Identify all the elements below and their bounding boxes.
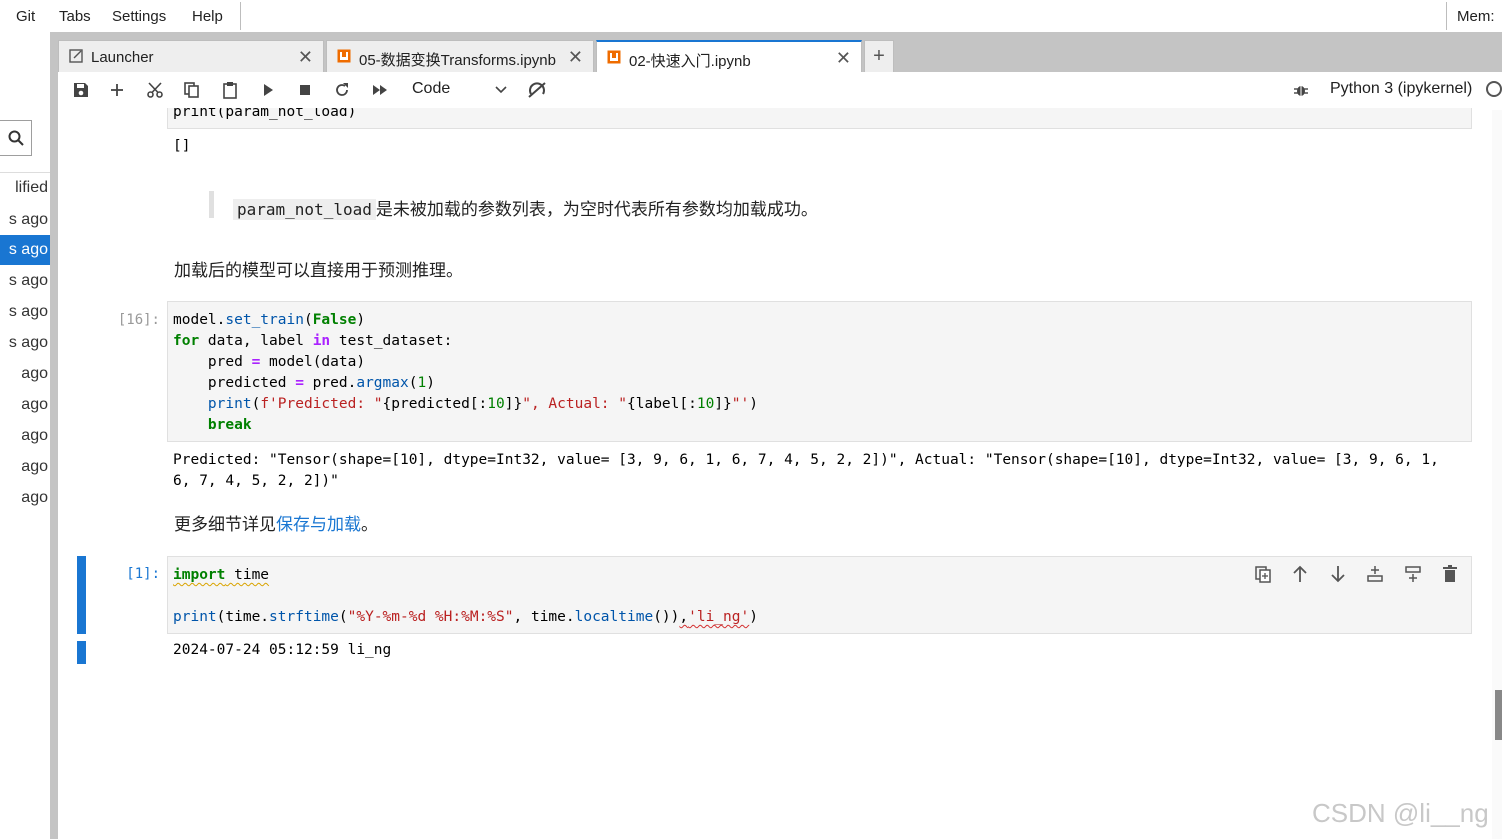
cell-output: []: [173, 138, 191, 154]
tab-label: 05-数据变换Transforms.ipynb: [359, 52, 556, 69]
file-list-item[interactable]: s ago: [9, 272, 48, 290]
copy-icon[interactable]: [183, 81, 201, 99]
code-line: print(param_not_load): [173, 108, 357, 120]
git-icon[interactable]: [527, 80, 547, 100]
kernel-name[interactable]: Python 3 (ipykernel): [1330, 80, 1472, 98]
cell-prompt: [16]:: [117, 312, 160, 328]
launcher-icon: [69, 49, 83, 63]
file-browser-divider: [0, 172, 50, 173]
code-cell-input[interactable]: print(param_not_load): [167, 108, 1472, 129]
menu-divider: [240, 2, 241, 30]
paste-icon[interactable]: [221, 81, 239, 99]
quote-text: 是未被加载的参数列表，为空时代表所有参数均加载成功。: [375, 200, 818, 219]
chevron-down-icon[interactable]: [494, 82, 508, 96]
file-browser-modified-header[interactable]: lified: [15, 179, 48, 197]
close-icon[interactable]: ✕: [568, 47, 583, 68]
menu-divider: [1446, 2, 1447, 30]
save-load-link[interactable]: 保存与加载: [276, 515, 361, 534]
duplicate-cell-icon[interactable]: [1254, 565, 1272, 583]
file-list-item[interactable]: s ago: [9, 303, 48, 321]
markdown-text: 。: [361, 515, 378, 534]
fast-forward-icon[interactable]: [371, 81, 389, 99]
tab-label: 02-快速入门.ipynb: [629, 53, 751, 70]
code-block: import time print(time.strftime("%Y-%m-%…: [173, 567, 758, 625]
insert-above-icon[interactable]: [1366, 565, 1384, 583]
cut-icon[interactable]: [146, 81, 164, 99]
notebook-toolbar: Code Python 3 (ipykernel): [58, 72, 1502, 109]
bug-icon[interactable]: [1292, 81, 1310, 99]
markdown-blockquote: param_not_load 是未被加载的参数列表，为空时代表所有参数均加载成功。: [233, 195, 818, 220]
code-block: model.set_train(False) for data, label i…: [173, 312, 758, 433]
code-cell-input[interactable]: model.set_train(False) for data, label i…: [167, 301, 1472, 442]
file-list-item[interactable]: ago: [21, 489, 48, 507]
menu-tabs[interactable]: Tabs: [59, 8, 91, 25]
add-cell-icon[interactable]: [108, 81, 126, 99]
kernel-status-icon: [1486, 81, 1502, 97]
memory-indicator: Mem:: [1457, 8, 1495, 25]
panel-splitter[interactable]: [50, 32, 58, 839]
code-cell-input-active[interactable]: import time print(time.strftime("%Y-%m-%…: [167, 556, 1472, 634]
tab-bar: Launcher ✕ 05-数据变换Transforms.ipynb ✕ 02-…: [58, 32, 1502, 72]
close-icon[interactable]: ✕: [836, 48, 851, 69]
cell-output: 6, 7, 4, 5, 2, 2])": [173, 473, 339, 489]
menu-bar: Git Tabs Settings Help Mem:: [0, 0, 1502, 32]
save-icon[interactable]: [72, 81, 90, 99]
watermark: CSDN @li__ng: [1312, 798, 1489, 828]
cell-collapser[interactable]: [77, 556, 86, 634]
tab-label: Launcher: [91, 49, 154, 66]
close-icon[interactable]: ✕: [298, 47, 313, 68]
cell-output: Predicted: "Tensor(shape=[10], dtype=Int…: [173, 452, 1439, 468]
file-list-item[interactable]: ago: [21, 427, 48, 445]
tab-launcher[interactable]: Launcher ✕: [58, 40, 324, 72]
run-icon[interactable]: [259, 81, 277, 99]
file-list-item[interactable]: ago: [21, 458, 48, 476]
search-button[interactable]: [0, 120, 32, 156]
file-list-item[interactable]: s ago: [9, 334, 48, 352]
tab-transforms-notebook[interactable]: 05-数据变换Transforms.ipynb ✕: [326, 40, 594, 72]
blockquote-bar: [209, 191, 214, 218]
insert-below-icon[interactable]: [1404, 565, 1422, 583]
restart-icon[interactable]: [333, 81, 351, 99]
markdown-paragraph: 加载后的模型可以直接用于预测推理。: [174, 261, 463, 280]
cell-type-select[interactable]: Code: [412, 80, 450, 98]
notebook-panel: print(param_not_load) [] param_not_load 是…: [58, 108, 1502, 839]
file-list-item[interactable]: s ago: [9, 211, 48, 229]
menu-git[interactable]: Git: [16, 8, 35, 25]
cell-output: 2024-07-24 05:12:59 li_ng: [173, 642, 392, 658]
inline-code: param_not_load: [233, 199, 376, 220]
move-down-icon[interactable]: [1329, 565, 1347, 583]
tab-quickstart-notebook[interactable]: 02-快速入门.ipynb ✕: [596, 40, 862, 72]
search-icon: [8, 130, 24, 146]
new-tab-button[interactable]: +: [864, 40, 894, 72]
notebook-icon: [337, 49, 351, 63]
notebook-icon: [607, 50, 621, 64]
stop-icon[interactable]: [296, 81, 314, 99]
markdown-paragraph: 更多细节详见保存与加载。: [174, 510, 378, 535]
output-collapser[interactable]: [77, 641, 86, 664]
markdown-text: 更多细节详见: [174, 515, 276, 534]
cell-prompt: [1]:: [126, 566, 160, 582]
file-list-item[interactable]: ago: [21, 396, 48, 414]
delete-cell-icon[interactable]: [1441, 565, 1459, 583]
file-list-item-selected[interactable]: s ago: [0, 235, 50, 265]
file-list-item[interactable]: ago: [21, 365, 48, 383]
file-browser: lified s ago s ago s ago s ago s ago ago…: [0, 32, 50, 839]
move-up-icon[interactable]: [1291, 565, 1309, 583]
scrollbar-thumb[interactable]: [1495, 690, 1502, 740]
menu-settings[interactable]: Settings: [112, 8, 166, 25]
menu-help[interactable]: Help: [192, 8, 223, 25]
